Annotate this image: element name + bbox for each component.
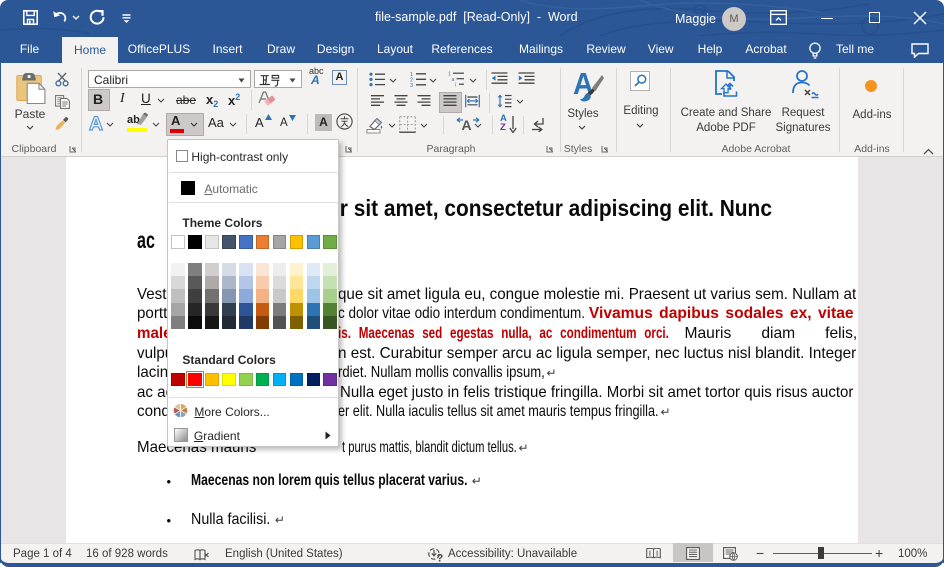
svg-text:3: 3 xyxy=(410,83,413,87)
svg-text:i: i xyxy=(455,82,456,87)
svg-text:?: ? xyxy=(437,552,444,563)
